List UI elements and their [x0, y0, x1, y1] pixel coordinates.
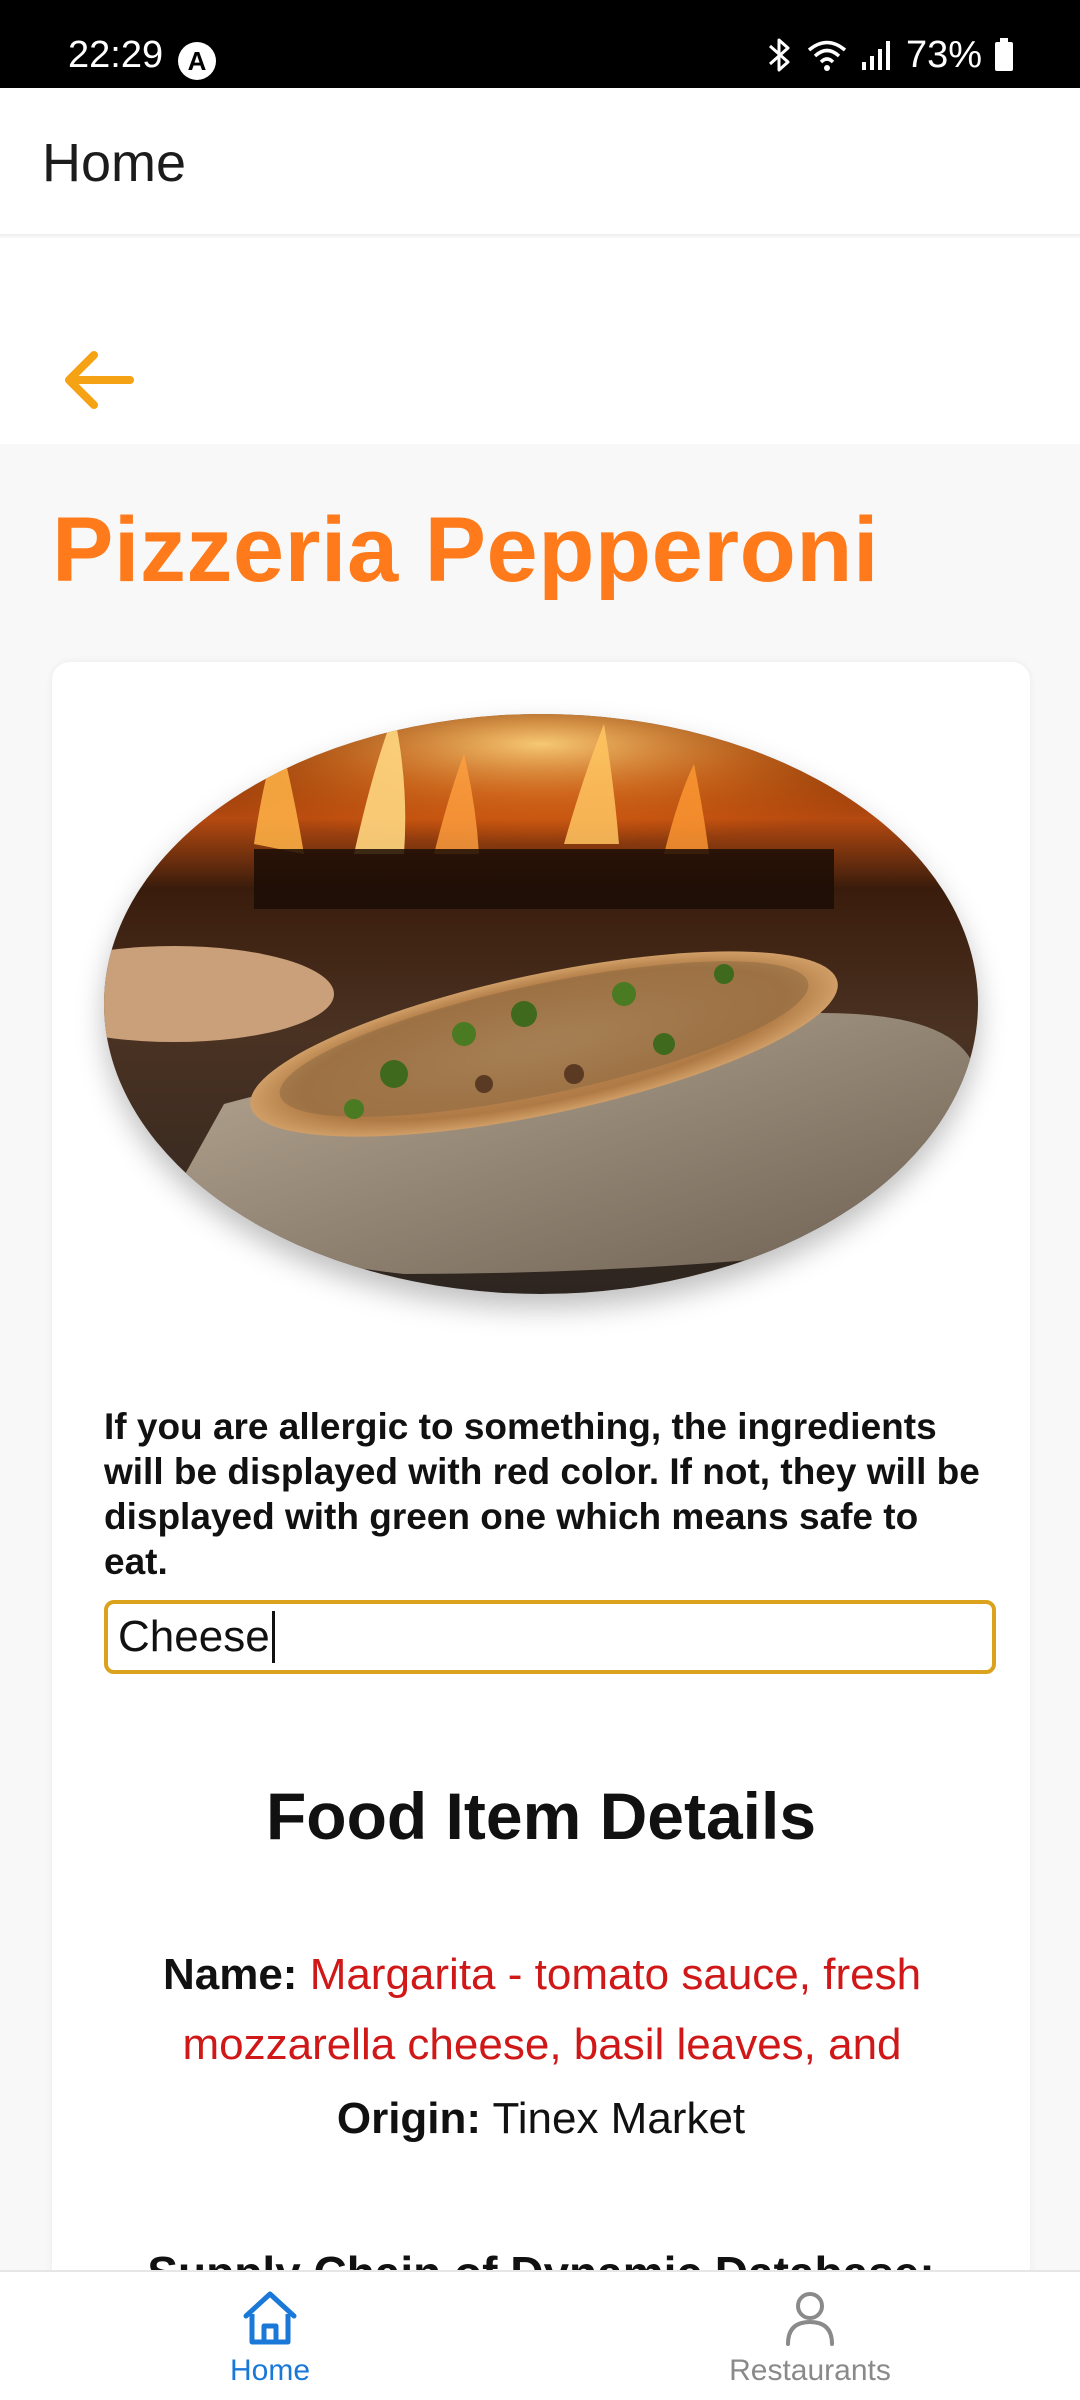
allergen-input-value: Cheese — [118, 1612, 270, 1661]
person-icon — [690, 2288, 930, 2348]
app-notification-icon: A — [178, 42, 216, 80]
bottom-nav: Home Restaurants — [0, 2270, 1080, 2400]
origin-label: Origin: — [336, 2094, 482, 2143]
food-card: If you are allergic to something, the in… — [52, 662, 1030, 2400]
header-title: Home — [42, 133, 187, 193]
app-header: Home — [0, 88, 1080, 236]
wifi-icon — [806, 37, 848, 73]
status-icons: 73% — [766, 36, 1014, 74]
status-time: 22:29 — [68, 34, 164, 76]
home-icon — [150, 2288, 390, 2348]
nav-home[interactable]: Home — [150, 2288, 390, 2400]
allergy-notice: If you are allergic to something, the in… — [104, 1406, 980, 1582]
origin-value: Tinex Market — [492, 2094, 746, 2143]
food-name-label: Name: — [162, 1950, 298, 1999]
text-caret — [271, 1611, 275, 1663]
arrow-left-icon — [62, 349, 134, 416]
back-area — [0, 238, 1080, 444]
status-bar: 22:29 A 73% — [0, 0, 1080, 88]
back-button[interactable] — [58, 350, 138, 414]
allergen-search-input[interactable]: Cheese — [104, 1600, 996, 1674]
battery-percent: 73% — [905, 34, 982, 76]
nav-restaurants[interactable]: Restaurants — [690, 2288, 930, 2400]
bluetooth-icon — [766, 36, 794, 74]
pizza-image — [104, 714, 978, 1294]
signal-icon — [860, 38, 894, 72]
nav-home-label: Home — [229, 2354, 311, 2387]
food-details-heading: Food Item Details — [265, 1779, 817, 1853]
restaurant-title: Pizzeria Pepperoni — [52, 499, 880, 601]
origin-row: Origin: Tinex Market — [52, 2094, 1030, 2144]
food-name-row: Name: Margarita - tomato sauce, fresh mo… — [112, 1940, 972, 2080]
nav-restaurants-label: Restaurants — [729, 2354, 891, 2387]
battery-icon — [994, 38, 1014, 72]
